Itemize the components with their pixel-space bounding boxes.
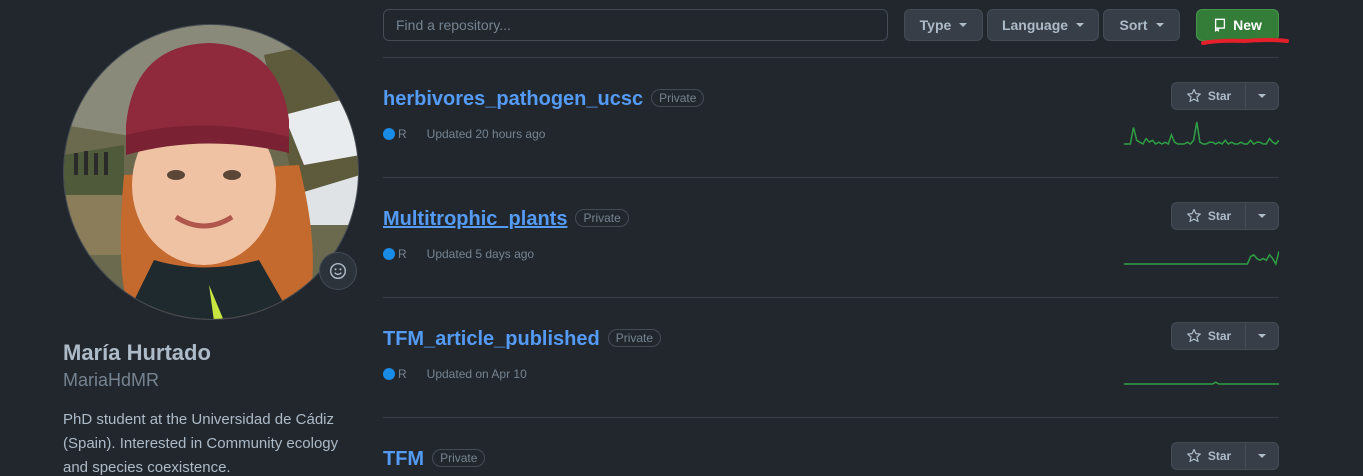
language-color-dot xyxy=(383,248,395,260)
sort-button[interactable]: Sort xyxy=(1103,9,1180,41)
star-button[interactable]: Star xyxy=(1171,202,1246,230)
repo-name-link[interactable]: herbivores_pathogen_ucsc Private xyxy=(383,88,705,111)
star-label: Star xyxy=(1207,329,1232,343)
caret-down-icon xyxy=(1076,23,1085,27)
repo-list-item: Multitrophic_plants Private R Updated 5 d… xyxy=(383,178,1279,298)
star-icon xyxy=(1186,328,1201,342)
activity-sparkline xyxy=(1124,381,1279,385)
repo-list-item: TFM_article_published Private R Updated o… xyxy=(383,298,1279,418)
star-button-group: Star xyxy=(1171,442,1279,470)
visibility-badge: Private xyxy=(607,329,662,347)
sparkline-line xyxy=(1124,251,1279,266)
new-button-label: New xyxy=(1233,17,1262,33)
caret-down-icon xyxy=(1258,454,1266,458)
repo-meta: R Updated 20 hours ago xyxy=(383,127,545,141)
activity-sparkline xyxy=(1124,251,1279,266)
repo-name[interactable]: TFM xyxy=(383,448,424,470)
repo-meta: R Updated on Apr 10 xyxy=(383,367,527,381)
profile-bio: PhD student at the Universidad de Cádiz … xyxy=(63,411,339,476)
set-status-button[interactable] xyxy=(319,252,357,290)
language-filter-button[interactable]: Language xyxy=(987,9,1099,41)
star-label: Star xyxy=(1207,209,1232,223)
language-filter-label: Language xyxy=(1001,17,1069,33)
repo-language: R xyxy=(398,127,407,141)
repo-updated: Updated 5 days ago xyxy=(426,247,535,261)
repo-list-item: herbivores_pathogen_ucsc Private R Update… xyxy=(383,58,1279,178)
language-color-dot xyxy=(383,128,395,140)
caret-down-icon xyxy=(1258,334,1266,338)
repo-name[interactable]: herbivores_pathogen_ucsc xyxy=(383,88,643,110)
star-list-dropdown[interactable] xyxy=(1246,322,1279,350)
smiley-icon xyxy=(329,262,347,280)
star-list-dropdown[interactable] xyxy=(1246,82,1279,110)
avatar-photo xyxy=(64,25,358,319)
repo-icon xyxy=(1215,18,1226,32)
repo-name-link[interactable]: TFM Private xyxy=(383,448,486,471)
star-icon xyxy=(1186,208,1201,222)
profile-full-name: María Hurtado xyxy=(63,340,211,365)
caret-down-icon xyxy=(1258,214,1266,218)
caret-down-icon xyxy=(1155,23,1164,27)
caret-down-icon xyxy=(959,23,968,27)
profile-username: MariaHdMR xyxy=(63,370,160,390)
sparkline-line xyxy=(1124,121,1279,146)
repo-updated: Updated 20 hours ago xyxy=(426,127,546,141)
visibility-badge: Private xyxy=(575,209,629,227)
visibility-badge: Private xyxy=(432,449,486,467)
star-label: Star xyxy=(1207,449,1232,463)
star-button-group: Star xyxy=(1171,322,1279,350)
repo-name-link[interactable]: TFM_article_published Private xyxy=(383,328,662,351)
star-button[interactable]: Star xyxy=(1171,322,1246,350)
language-color-dot xyxy=(383,368,395,380)
caret-down-icon xyxy=(1258,94,1266,98)
star-button-group: Star xyxy=(1171,82,1279,110)
avatar-container xyxy=(63,24,359,320)
activity-sparkline xyxy=(1124,121,1279,146)
star-icon xyxy=(1186,448,1201,462)
star-button[interactable]: Star xyxy=(1171,82,1246,110)
star-label: Star xyxy=(1207,89,1232,103)
repo-list-item: TFM Private Star xyxy=(383,418,1279,476)
repository-search-input[interactable] xyxy=(383,9,888,41)
red-annotation-underline xyxy=(1201,38,1289,45)
type-filter-label: Type xyxy=(919,17,952,33)
repo-language: R xyxy=(398,247,407,261)
star-list-dropdown[interactable] xyxy=(1246,202,1279,230)
sort-label: Sort xyxy=(1119,17,1148,33)
star-icon xyxy=(1186,88,1201,102)
visibility-badge: Private xyxy=(651,89,705,107)
type-filter-button[interactable]: Type xyxy=(904,9,983,41)
sparkline-line xyxy=(1124,381,1279,385)
repo-language: R xyxy=(398,367,407,381)
star-button[interactable]: Star xyxy=(1171,442,1246,470)
repo-meta: R Updated 5 days ago xyxy=(383,247,534,261)
repo-name[interactable]: TFM_article_published xyxy=(383,328,600,350)
star-button-group: Star xyxy=(1171,202,1279,230)
star-list-dropdown[interactable] xyxy=(1246,442,1279,470)
repo-name-link[interactable]: Multitrophic_plants Private xyxy=(383,208,629,231)
repo-updated: Updated on Apr 10 xyxy=(426,367,527,381)
avatar[interactable] xyxy=(63,24,359,320)
repo-name[interactable]: Multitrophic_plants xyxy=(383,208,567,230)
